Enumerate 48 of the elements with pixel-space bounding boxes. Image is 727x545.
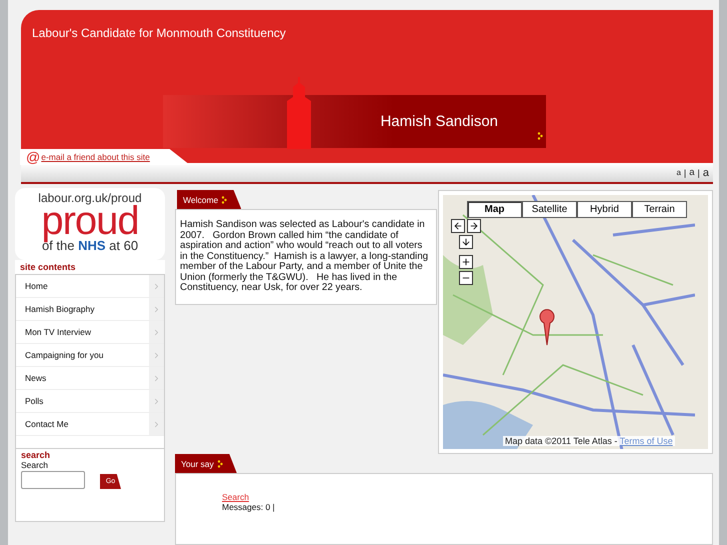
zoom-out-button[interactable] <box>459 271 473 285</box>
menu-item[interactable]: News <box>16 367 164 390</box>
separator: | <box>684 168 686 178</box>
menu-item[interactable]: Campaigning for you <box>16 344 164 367</box>
clock-tower-icon <box>285 77 313 149</box>
sparkle-icon <box>221 196 228 204</box>
menu-item[interactable]: Hamish Biography <box>16 298 164 321</box>
menu-item[interactable]: Mon TV Interview <box>16 321 164 344</box>
zoom-in-button[interactable] <box>459 255 473 269</box>
chevron-icon <box>152 396 161 406</box>
map-type-button[interactable]: Terrain <box>632 201 687 218</box>
site-tagline: Labour's Candidate for Monmouth Constituency <box>31 25 287 40</box>
map-view[interactable]: Map Satellite Hybrid Terrain Map data ©2011 Tele Atlas - Terms of Use <box>443 195 708 449</box>
plus-icon <box>461 257 471 267</box>
left-arrow-icon <box>453 221 463 231</box>
chevron-icon <box>152 420 161 428</box>
search-link[interactable]: Search <box>222 492 249 502</box>
sparkle-icon <box>216 460 223 468</box>
pan-right-button[interactable] <box>467 219 481 233</box>
message-count: Messages: 0 | <box>222 502 275 512</box>
sparkle-icon <box>537 132 543 140</box>
search-field[interactable] <box>21 470 85 488</box>
section-heading: site contents <box>15 260 165 274</box>
chevron-icon <box>152 328 161 336</box>
candidate-name: Hamish Sandison <box>380 113 498 130</box>
at-sign-icon: @ <box>26 150 40 164</box>
down-arrow-icon <box>461 237 471 247</box>
menu-item[interactable]: Polls <box>16 390 164 413</box>
map-attribution: Map data ©2011 Tele Atlas - Terms of Use <box>503 436 675 446</box>
pan-left-button[interactable] <box>451 219 465 233</box>
chevron-icon <box>152 304 161 314</box>
text-size-link[interactable]: a <box>702 166 709 178</box>
map-type-button[interactable]: Hybrid <box>577 201 632 218</box>
map-type-button[interactable]: Satellite <box>522 201 577 218</box>
chevron-icon <box>152 350 161 360</box>
map-type-button[interactable]: Map <box>467 201 522 218</box>
right-arrow-icon <box>469 221 479 231</box>
email-friend-link[interactable]: e-mail a friend about this site <box>41 152 150 162</box>
search-label: Search <box>21 460 49 470</box>
chevron-icon <box>152 282 161 290</box>
menu-item[interactable]: Home <box>16 275 164 298</box>
text-size-link[interactable]: a <box>676 168 681 177</box>
menu-item[interactable]: Contact Me <box>16 413 164 436</box>
separator: | <box>698 168 700 178</box>
welcome-text: Hamish Sandison was selected as Labour's candidate in 2007. Gordon Brown called him “the candidate of aspiration and action” who would “reach out to all voters in the Constituency.” Hamish is a lawyer, a long-standing member of the Labour Party, and a member of Unite the Union (formerly the T&GWU). He has lived in the Constituency, near Usk, for over 22 years. <box>175 209 437 304</box>
chevron-icon <box>152 374 161 382</box>
pan-down-button[interactable] <box>459 235 473 249</box>
text-size-link[interactable]: a <box>689 167 695 178</box>
